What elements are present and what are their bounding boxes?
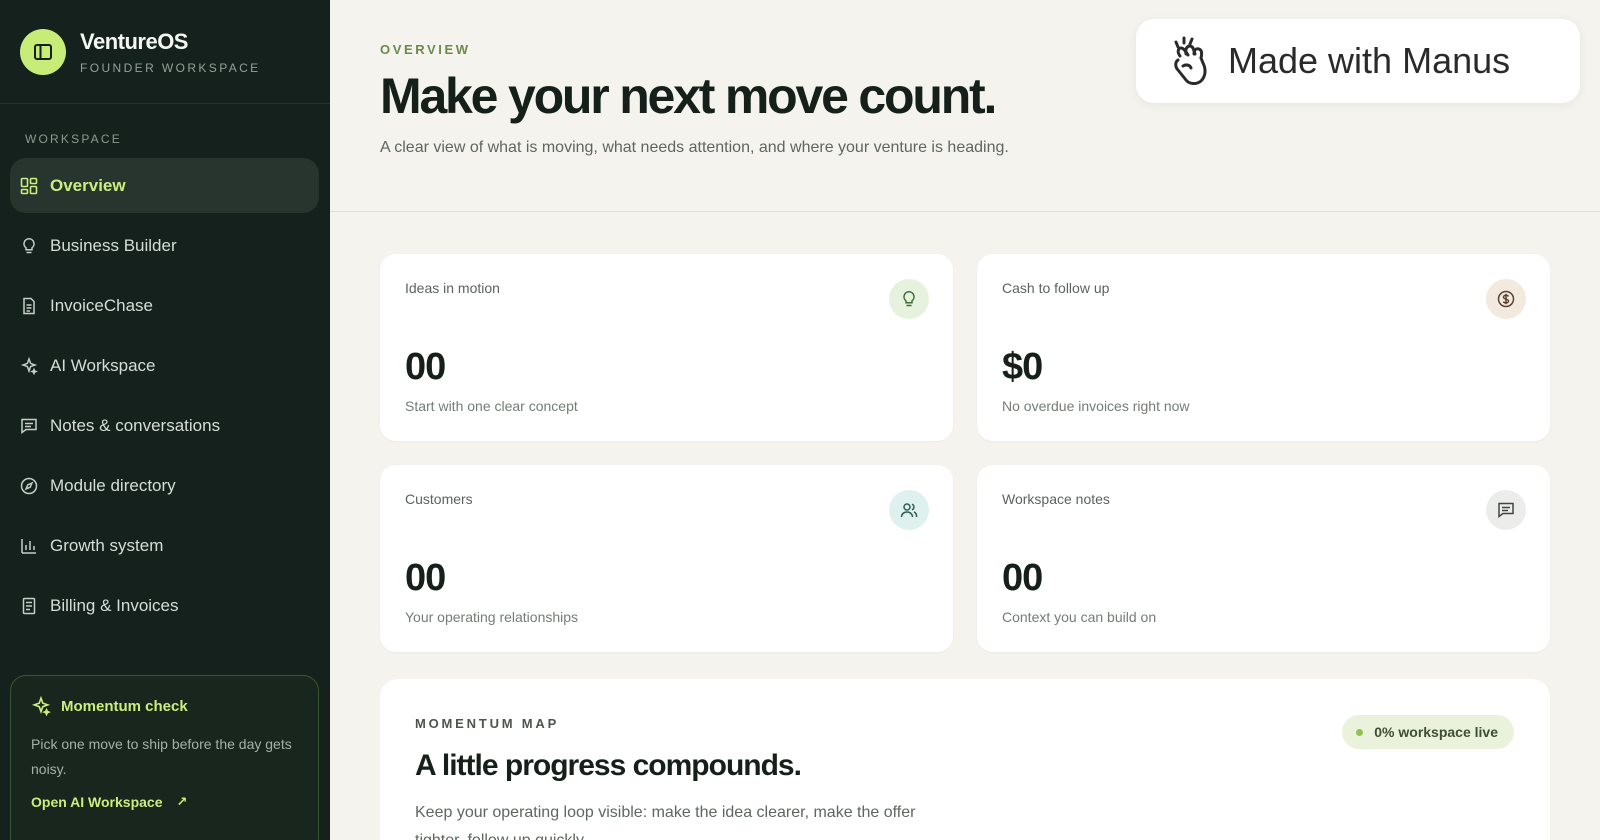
page-header: OVERVIEW Make your next move count. A cl…: [330, 0, 1600, 212]
nav-section-label: WORKSPACE: [25, 132, 122, 146]
message-icon: [21, 418, 37, 434]
sidebar-item-overview[interactable]: Overview: [10, 158, 319, 213]
stat-card-ideas[interactable]: Ideas in motion 00 Start with one clear …: [380, 254, 953, 441]
sidebar-item-module-directory[interactable]: Module directory: [10, 458, 319, 513]
workspace-live-label: 0% workspace live: [1374, 724, 1498, 740]
status-dot-icon: [1356, 728, 1364, 736]
sidebar-item-label: Overview: [50, 175, 126, 195]
stat-card-label: Customers: [405, 491, 473, 507]
stat-card-subtext: No overdue invoices right now: [1002, 398, 1190, 414]
stat-card-label: Ideas in motion: [405, 280, 500, 296]
users-icon: [889, 490, 929, 530]
momentum-map-text: Keep your operating loop visible: make t…: [415, 804, 916, 840]
sidebar-item-label: Billing & Invoices: [50, 595, 179, 615]
made-with-manus-label: Made with Manus: [1228, 40, 1511, 81]
sidebar-item-label: InvoiceChase: [50, 295, 154, 315]
sidebar-item-label: Business Builder: [50, 235, 177, 255]
document-icon: [23, 297, 35, 314]
stat-card-label: Cash to follow up: [1002, 280, 1110, 296]
stat-card-subtext: Your operating relationships: [405, 609, 579, 625]
bar-chart-icon: [21, 538, 36, 554]
sparkles-icon: [20, 356, 38, 375]
page-subtitle: A clear view of what is moving, what nee…: [380, 139, 1009, 156]
dollar-icon: [1486, 279, 1526, 319]
sidebar-item-notes[interactable]: Notes & conversations: [10, 398, 319, 453]
brand-subtitle: FOUNDER WORKSPACE: [80, 60, 261, 75]
lightbulb-icon: [23, 237, 35, 253]
stat-card-subtext: Context you can build on: [1002, 609, 1157, 625]
momentum-map-card: MOMENTUM MAP A little progress compounds…: [380, 679, 1550, 840]
sidebar-item-billing[interactable]: Billing & Invoices: [10, 578, 319, 633]
sidebar-item-label: Module directory: [50, 475, 176, 495]
momentum-title: Momentum check: [61, 697, 188, 715]
receipt-icon: [22, 597, 36, 614]
stat-card-notes[interactable]: Workspace notes 00 Context you can build…: [977, 465, 1550, 652]
message-icon: [1486, 490, 1526, 530]
stat-card-value: $0: [1002, 346, 1043, 388]
stat-card-customers[interactable]: Customers 00 Your operating relationship…: [380, 465, 953, 652]
momentum-check-card: Momentum check Pick one move to ship bef…: [10, 675, 319, 840]
main-content: OVERVIEW Make your next move count. A cl…: [330, 0, 1600, 840]
stat-card-label: Workspace notes: [1002, 491, 1110, 507]
open-ai-workspace-link[interactable]: Open AI Workspace ↗: [31, 794, 298, 810]
stat-card-cash[interactable]: Cash to follow up $0 No overdue invoices…: [977, 254, 1550, 441]
arrow-up-right-icon: ↗: [176, 794, 188, 809]
lightbulb-icon: [889, 279, 929, 319]
momentum-text: Pick one move to ship before the day get…: [31, 736, 292, 777]
sidebar-item-ai-workspace[interactable]: AI Workspace: [10, 338, 319, 393]
made-with-manus-badge[interactable]: Made with Manus: [1136, 19, 1580, 103]
stat-card-value: 00: [1002, 557, 1043, 599]
grid-icon: [20, 177, 38, 194]
sidebar-item-business-builder[interactable]: Business Builder: [10, 218, 319, 273]
compass-icon: [20, 477, 38, 494]
sidebar-item-growth-system[interactable]: Growth system: [10, 518, 319, 573]
workspace-live-badge: 0% workspace live: [1342, 715, 1514, 749]
stat-card-value: 00: [405, 557, 446, 599]
sidebar: VentureOS FOUNDER WORKSPACE WORKSPACE Ov…: [0, 0, 330, 840]
sidebar-item-invoicechase[interactable]: InvoiceChase: [10, 278, 319, 333]
sidebar-item-label: AI Workspace: [50, 355, 156, 375]
momentum-map-title: A little progress compounds.: [415, 749, 802, 782]
manus-hand-icon: [1174, 36, 1207, 85]
stat-card-value: 00: [405, 346, 446, 388]
brand-name: VentureOS: [80, 28, 188, 54]
sidebar-item-label: Growth system: [50, 535, 164, 555]
open-ai-workspace-label: Open AI Workspace: [31, 794, 163, 810]
brand-logo-icon: [20, 28, 66, 75]
stat-card-subtext: Start with one clear concept: [405, 398, 578, 414]
sparkles-icon: [31, 696, 51, 716]
sidebar-item-label: Notes & conversations: [50, 415, 221, 435]
sidebar-nav: Overview Business Builder InvoiceChase A…: [0, 158, 330, 633]
brand[interactable]: VentureOS FOUNDER WORKSPACE: [0, 0, 330, 104]
